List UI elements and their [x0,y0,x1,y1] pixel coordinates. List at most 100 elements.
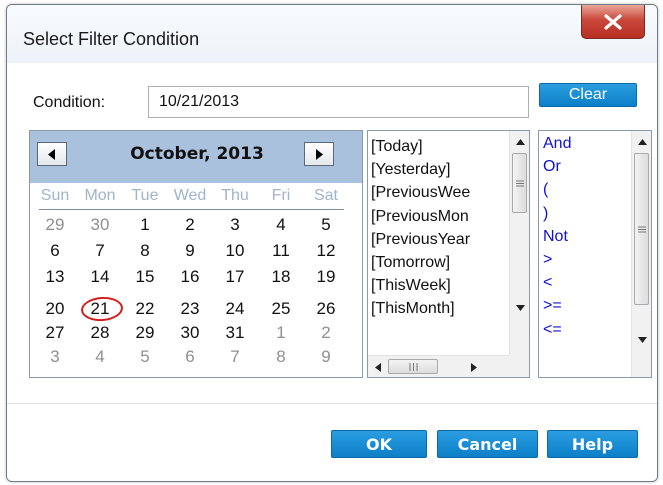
list-item[interactable]: [Today] [371,135,470,158]
grip-icon [637,226,646,232]
calendar-day[interactable]: 8 [261,345,301,369]
calendar-day[interactable]: 25 [261,297,301,321]
calendar-day[interactable]: 11 [261,239,301,263]
calendar-day[interactable]: 24 [215,297,255,321]
calendar-day[interactable]: 6 [170,345,210,369]
calendar-day[interactable]: 23 [170,297,210,321]
next-month-button[interactable] [304,142,334,166]
calendar-day[interactable]: 2 [306,321,346,345]
calendar-day[interactable]: 30 [80,213,120,237]
footer-divider [7,403,657,404]
calendar-day[interactable]: 5 [306,213,346,237]
calendar-day[interactable]: 13 [35,265,75,289]
vertical-scrollbar[interactable] [509,131,529,355]
arrow-down-icon [637,337,647,343]
calendar-day[interactable]: 10 [215,239,255,263]
grip-icon [515,180,524,186]
list-item[interactable]: ) [543,202,571,225]
arrow-left-icon [375,362,381,372]
calendar-day[interactable]: 27 [35,321,75,345]
list-item[interactable]: [PreviousYear [371,228,470,251]
calendar-day[interactable]: 29 [35,213,75,237]
calendar-day[interactable]: 4 [261,213,301,237]
list-item[interactable]: < [543,271,571,294]
scroll-up-button[interactable] [632,133,651,151]
scroll-up-button[interactable] [510,133,529,151]
list-item[interactable]: [Tomorrow] [371,251,470,274]
list-item[interactable]: [ThisWeek] [371,274,470,297]
dialog-window: Select Filter Condition Condition: Clear… [6,4,658,482]
scrollbar-corner [509,355,529,377]
calendar-day[interactable]: 29 [125,321,165,345]
scroll-down-button[interactable] [510,299,529,317]
scroll-down-button[interactable] [632,331,651,349]
calendar-day[interactable]: 19 [306,265,346,289]
horizontal-scrollbar[interactable] [368,355,509,377]
calendar-day[interactable]: 6 [35,239,75,263]
calendar-day[interactable]: 3 [35,345,75,369]
operator-list[interactable]: And Or ( ) Not > < >= <= [538,130,652,378]
list-item[interactable]: ( [543,178,571,201]
calendar-day[interactable]: 7 [80,239,120,263]
calendar-day[interactable]: 9 [306,345,346,369]
list-item[interactable]: Or [543,155,571,178]
calendar-day[interactable]: 17 [215,265,255,289]
calendar-day[interactable]: 30 [170,321,210,345]
calendar-day[interactable]: 14 [80,265,120,289]
list-item[interactable]: [Yesterday] [371,158,470,181]
calendar-day[interactable]: 20 [35,297,75,321]
condition-input[interactable] [148,86,529,118]
calendar-day[interactable]: 3 [215,213,255,237]
dialog-title: Select Filter Condition [23,29,200,49]
list-item[interactable]: >= [543,294,571,317]
list-item[interactable]: [ThisMonth] [371,297,470,320]
dialog-body: Condition: Clear October, 2013 Sun Mon T… [7,63,657,481]
calendar-day[interactable]: 26 [306,297,346,321]
calendar-day[interactable]: 1 [125,213,165,237]
horizontal-scroll-thumb[interactable] [388,359,438,374]
calendar-day[interactable]: 9 [170,239,210,263]
scroll-right-button[interactable] [466,358,482,376]
calendar-day-selected[interactable]: 21 [80,297,120,321]
scroll-thumb[interactable] [634,153,649,305]
arrow-up-icon [637,139,647,145]
weekday-label: Mon [84,187,116,204]
date-keyword-list[interactable]: [Today] [Yesterday] [PreviousWee [Previo… [367,130,530,378]
list-item[interactable]: > [543,248,571,271]
calendar-day[interactable]: 4 [80,345,120,369]
calendar-day[interactable]: 16 [170,265,210,289]
help-button[interactable]: Help [547,430,638,458]
close-x-icon [604,13,622,30]
calendar-day[interactable]: 18 [261,265,301,289]
weekday-label: Fri [271,187,291,204]
calendar-day[interactable]: 12 [306,239,346,263]
weekday-label: Sat [313,187,338,204]
calendar-day[interactable]: 2 [170,213,210,237]
close-button[interactable] [581,5,645,39]
list-item[interactable]: <= [543,318,571,341]
clear-button[interactable]: Clear [539,83,637,107]
calendar-day[interactable]: 15 [125,265,165,289]
calendar-day[interactable]: 5 [125,345,165,369]
cancel-button[interactable]: Cancel [437,430,538,458]
vertical-scrollbar[interactable] [631,131,651,377]
scroll-left-button[interactable] [370,358,386,376]
weekday-divider [39,209,344,210]
ok-button[interactable]: OK [331,430,427,458]
list-item[interactable]: [PreviousMon [371,205,470,228]
calendar-day[interactable]: 31 [215,321,255,345]
calendar-day[interactable]: 28 [80,321,120,345]
calendar-day[interactable]: 8 [125,239,165,263]
list-item[interactable]: [PreviousWee [371,181,470,204]
list-item[interactable]: Not [543,225,571,248]
calendar-day[interactable]: 7 [215,345,255,369]
calendar-day[interactable]: 22 [125,297,165,321]
condition-label: Condition: [33,94,106,111]
calendar-day[interactable]: 1 [261,321,301,345]
title-bar: Select Filter Condition [7,5,657,63]
list-item[interactable]: And [543,132,571,155]
arrow-right-icon [471,362,477,372]
weekday-label: Thu [221,187,249,204]
grip-icon [409,362,417,371]
scroll-thumb[interactable] [512,153,527,213]
